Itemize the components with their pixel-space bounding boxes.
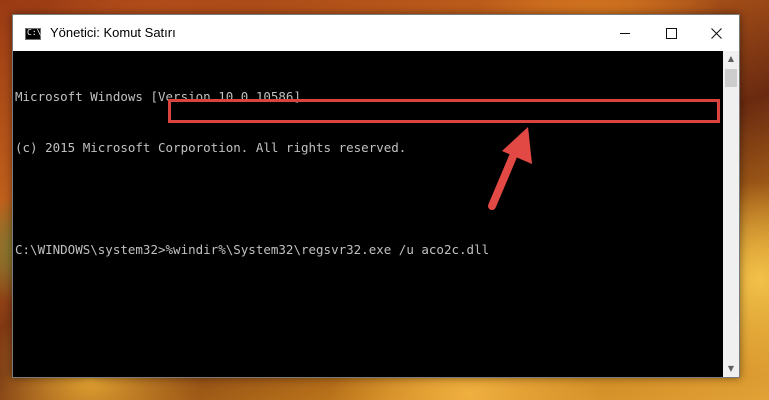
pointer-arrow-icon xyxy=(488,127,532,210)
